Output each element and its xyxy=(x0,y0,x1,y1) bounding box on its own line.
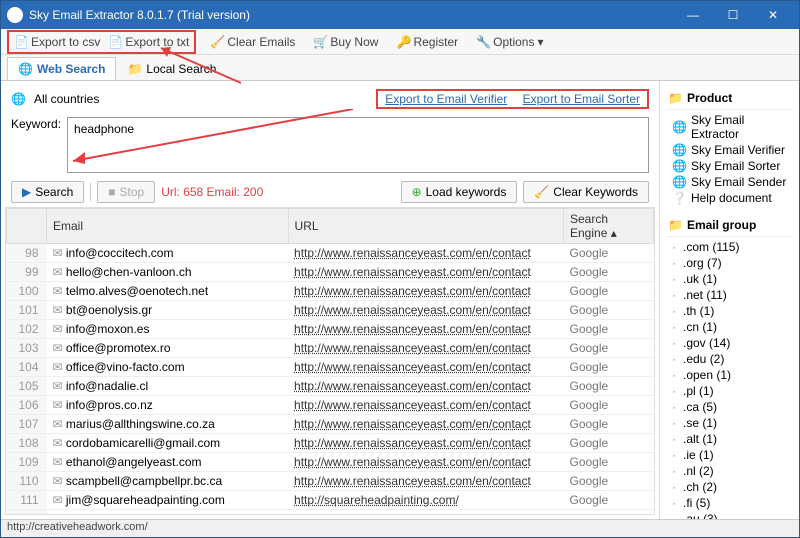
keyword-label: Keyword: xyxy=(11,117,61,131)
group-item[interactable]: .pl (1) xyxy=(670,383,793,399)
results-grid[interactable]: Email URL Search Engine ▴ 98info@coccite… xyxy=(5,207,655,515)
clear-emails-button[interactable]: 🧹Clear Emails xyxy=(206,33,299,51)
key-icon: 🔑 xyxy=(396,35,410,49)
product-header: 📁Product xyxy=(666,87,793,110)
stop-button[interactable]: ■Stop xyxy=(97,181,155,203)
register-button[interactable]: 🔑Register xyxy=(392,33,462,51)
app-logo-icon xyxy=(7,7,23,23)
product-list: 🌐Sky Email Extractor🌐Sky Email Verifier🌐… xyxy=(666,110,793,214)
group-item[interactable]: .ch (2) xyxy=(670,479,793,495)
table-row[interactable]: 99hello@chen-vanloon.chhttp://www.renais… xyxy=(7,263,654,282)
group-item[interactable]: .alt (1) xyxy=(670,431,793,447)
col-email[interactable]: Email xyxy=(47,209,289,244)
folder-icon: 📁 xyxy=(668,91,683,105)
table-row[interactable]: 111jim@squareheadpainting.comhttp://squa… xyxy=(7,491,654,510)
titlebar: Sky Email Extractor 8.0.1.7 (Trial versi… xyxy=(1,1,799,29)
tab-strip: 🌐Web Search 📁Local Search xyxy=(1,55,799,81)
wrench-icon: 🔧 xyxy=(476,35,490,49)
url-email-count: Url: 658 Email: 200 xyxy=(161,185,263,199)
folder-icon: 📁 xyxy=(668,218,683,232)
col-rownum[interactable] xyxy=(7,209,47,244)
group-item[interactable]: .ca (5) xyxy=(670,399,793,415)
broom-icon: 🧹 xyxy=(534,185,549,199)
group-item[interactable]: .se (1) xyxy=(670,415,793,431)
globe-icon: 🌐 xyxy=(672,175,687,189)
clear-keywords-button[interactable]: 🧹Clear Keywords xyxy=(523,181,649,203)
group-item[interactable]: .uk (1) xyxy=(670,271,793,287)
minimize-button[interactable]: — xyxy=(673,3,713,27)
status-bar: http://creativeheadwork.com/ xyxy=(1,519,799,537)
window-title: Sky Email Extractor 8.0.1.7 (Trial versi… xyxy=(29,8,673,22)
table-row[interactable]: 106info@pros.co.nzhttp://www.renaissance… xyxy=(7,396,654,415)
toolbar: 📄Export to csv 📄Export to txt 🧹Clear Ema… xyxy=(1,29,799,55)
table-row[interactable]: 112mmillner@squareheadpainting....http:/… xyxy=(7,510,654,516)
maximize-button[interactable]: ☐ xyxy=(713,3,753,27)
export-links-highlight: Export to Email Verifier Export to Email… xyxy=(376,89,649,109)
table-row[interactable]: 100telmo.alves@oenotech.nethttp://www.re… xyxy=(7,282,654,301)
csv-icon: 📄 xyxy=(14,35,28,49)
table-row[interactable]: 102info@moxon.eshttp://www.renaissanceye… xyxy=(7,320,654,339)
tab-local-search[interactable]: 📁Local Search xyxy=(116,57,227,80)
broom-icon: 🧹 xyxy=(210,35,224,49)
export-verifier-link[interactable]: Export to Email Verifier xyxy=(379,90,513,108)
search-button[interactable]: ▶Search xyxy=(11,181,84,203)
play-icon: ▶ xyxy=(22,185,31,199)
plus-icon: ⊕ xyxy=(412,185,422,199)
export-highlight: 📄Export to csv 📄Export to txt xyxy=(7,30,196,54)
folder-icon: 📁 xyxy=(127,62,142,76)
product-item[interactable]: 🌐Sky Email Verifier xyxy=(670,142,793,158)
product-item[interactable]: 🌐Sky Email Sorter xyxy=(670,158,793,174)
globe-icon: 🌐 xyxy=(11,92,26,106)
product-item[interactable]: 🌐Sky Email Sender xyxy=(670,174,793,190)
globe-icon: 🌐 xyxy=(672,143,687,157)
col-url[interactable]: URL xyxy=(288,209,563,244)
export-sorter-link[interactable]: Export to Email Sorter xyxy=(517,90,646,108)
table-row[interactable]: 103office@promotex.rohttp://www.renaissa… xyxy=(7,339,654,358)
table-row[interactable]: 98info@coccitech.comhttp://www.renaissan… xyxy=(7,244,654,263)
col-se[interactable]: Search Engine ▴ xyxy=(564,209,654,244)
group-item[interactable]: .com (115) xyxy=(670,239,793,255)
keyword-box xyxy=(67,117,649,173)
product-item[interactable]: 🌐Sky Email Extractor xyxy=(670,112,793,142)
group-item[interactable]: .org (7) xyxy=(670,255,793,271)
keyword-input[interactable] xyxy=(74,122,642,136)
group-item[interactable]: .th (1) xyxy=(670,303,793,319)
group-item[interactable]: .open (1) xyxy=(670,367,793,383)
table-row[interactable]: 101bt@oenolysis.grhttp://www.renaissance… xyxy=(7,301,654,320)
table-row[interactable]: 105info@nadalie.clhttp://www.renaissance… xyxy=(7,377,654,396)
group-item[interactable]: .gov (14) xyxy=(670,335,793,351)
group-item[interactable]: .net (11) xyxy=(670,287,793,303)
txt-icon: 📄 xyxy=(108,35,122,49)
help-icon: ❔ xyxy=(672,191,687,205)
cart-icon: 🛒 xyxy=(313,35,327,49)
load-keywords-button[interactable]: ⊕Load keywords xyxy=(401,181,518,203)
close-button[interactable]: ✕ xyxy=(753,3,793,27)
group-item[interactable]: .nl (2) xyxy=(670,463,793,479)
table-row[interactable]: 108cordobamicarelli@gmail.comhttp://www.… xyxy=(7,434,654,453)
table-row[interactable]: 107marius@allthingswine.co.zahttp://www.… xyxy=(7,415,654,434)
export-csv-button[interactable]: 📄Export to csv xyxy=(10,33,104,51)
group-item[interactable]: .fi (5) xyxy=(670,495,793,511)
table-row[interactable]: 109ethanol@angelyeast.comhttp://www.rena… xyxy=(7,453,654,472)
group-item[interactable]: .ie (1) xyxy=(670,447,793,463)
email-group-tree: .com (115).org (7).uk (1).net (11).th (1… xyxy=(666,237,793,519)
globe-icon: 🌐 xyxy=(18,62,33,76)
stop-icon: ■ xyxy=(108,185,115,199)
globe-icon: 🌐 xyxy=(672,120,687,134)
globe-icon: 🌐 xyxy=(672,159,687,173)
group-item[interactable]: .cn (1) xyxy=(670,319,793,335)
options-button[interactable]: 🔧Options ▾ xyxy=(472,33,547,51)
export-txt-button[interactable]: 📄Export to txt xyxy=(104,33,193,51)
product-item[interactable]: ❔Help document xyxy=(670,190,793,206)
group-item[interactable]: .au (3) xyxy=(670,511,793,519)
country-selector[interactable]: All countries xyxy=(34,92,99,106)
table-row[interactable]: 110scampbell@campbellpr.bc.cahttp://www.… xyxy=(7,472,654,491)
email-group-header: 📁Email group xyxy=(666,214,793,237)
buy-now-button[interactable]: 🛒Buy Now xyxy=(309,33,382,51)
table-row[interactable]: 104office@vino-facto.comhttp://www.renai… xyxy=(7,358,654,377)
group-item[interactable]: .edu (2) xyxy=(670,351,793,367)
tab-web-search[interactable]: 🌐Web Search xyxy=(7,57,116,80)
